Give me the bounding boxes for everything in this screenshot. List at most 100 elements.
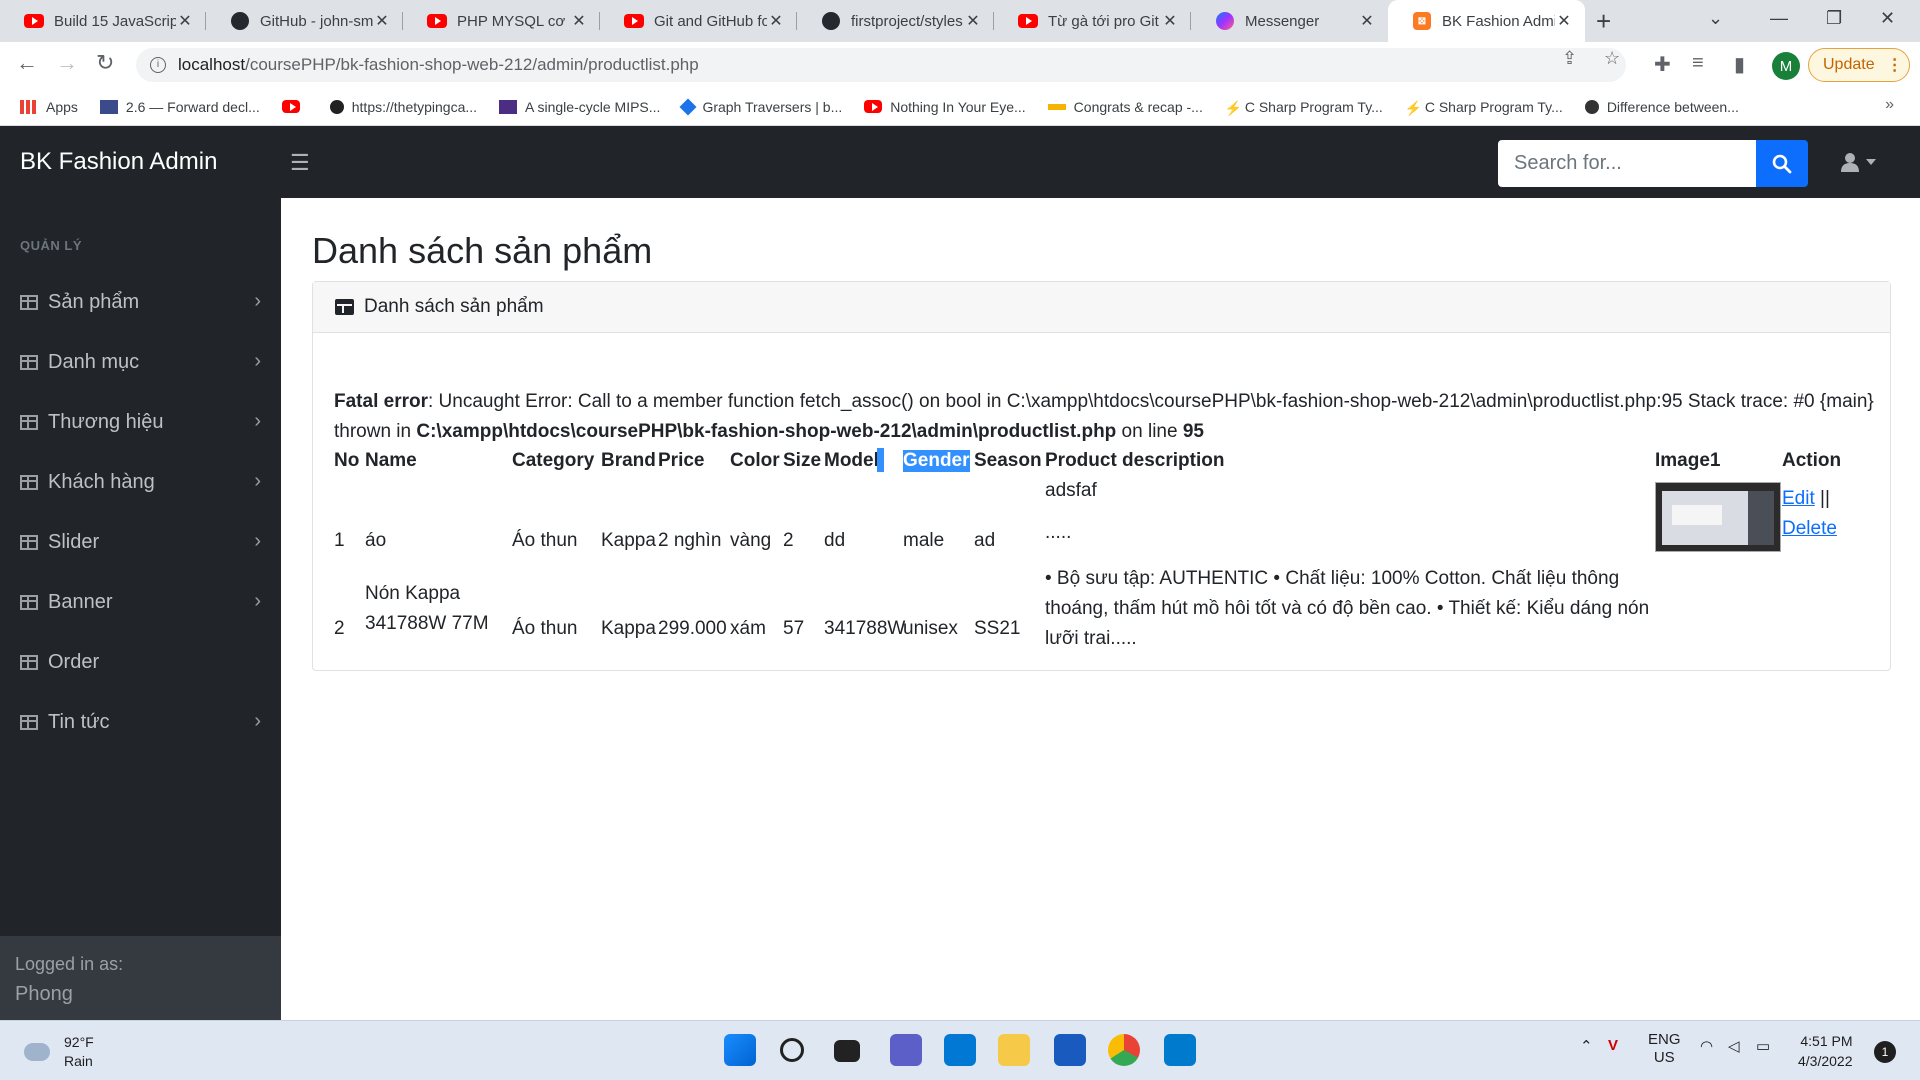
close-tab-icon[interactable]: ✕ bbox=[1358, 11, 1376, 31]
sidebar-item-order[interactable]: Order bbox=[0, 642, 281, 682]
bookmark-item[interactable] bbox=[281, 99, 308, 114]
notification-badge[interactable]: 1 bbox=[1874, 1041, 1896, 1063]
forward-arrow-icon[interactable]: → bbox=[56, 50, 78, 76]
table-icon bbox=[20, 534, 38, 550]
wifi-icon[interactable]: ◠ bbox=[1700, 1037, 1713, 1055]
more-bookmarks-chevron-icon[interactable]: » bbox=[1885, 96, 1894, 114]
system-clock[interactable]: 4:51 PM 4/3/2022 bbox=[1798, 1031, 1853, 1071]
card-title: Danh sách sản phẩm bbox=[364, 296, 544, 317]
xampp-icon: ⊠ bbox=[1412, 11, 1432, 31]
teams-chat-icon[interactable] bbox=[890, 1034, 922, 1066]
close-tab-icon[interactable]: ✕ bbox=[964, 11, 982, 31]
close-tab-icon[interactable]: ✕ bbox=[1555, 11, 1573, 31]
url-bar[interactable]: i localhost/coursePHP/bk-fashion-shop-we… bbox=[136, 48, 1626, 82]
share-icon[interactable]: ⇪ bbox=[1562, 48, 1577, 69]
language-code: ENG bbox=[1648, 1031, 1681, 1048]
browser-tab[interactable]: firstproject/styles ✕ bbox=[797, 0, 994, 42]
bookmark-star-icon[interactable]: ☆ bbox=[1604, 48, 1620, 69]
extensions-puzzle-icon[interactable]: ✚ bbox=[1654, 52, 1671, 77]
bookmark-item[interactable]: Congrats & recap -... bbox=[1047, 99, 1203, 115]
back-arrow-icon[interactable]: ← bbox=[16, 50, 38, 76]
battery-icon[interactable]: ▭ bbox=[1756, 1037, 1770, 1055]
profile-avatar[interactable]: M bbox=[1772, 52, 1800, 80]
reading-list-icon[interactable]: ≡ bbox=[1692, 52, 1704, 75]
tray-chevron-up-icon[interactable]: ⌃ bbox=[1580, 1037, 1593, 1055]
delete-link[interactable]: Delete bbox=[1782, 518, 1837, 539]
side-panel-icon[interactable]: ▮ bbox=[1734, 52, 1745, 77]
browser-tab[interactable]: Từ gà tới pro Git ✕ bbox=[994, 0, 1191, 42]
sidebar-item-slider[interactable]: Slider › bbox=[0, 522, 281, 562]
bookmark-item[interactable]: 2.6 — Forward decl... bbox=[99, 99, 260, 115]
sidebar-item-label: Danh mục bbox=[48, 350, 140, 373]
browser-tab[interactable]: GitHub - john-sm ✕ bbox=[206, 0, 403, 42]
w-icon bbox=[499, 99, 518, 114]
close-tab-icon[interactable]: ✕ bbox=[570, 11, 588, 31]
browser-tab[interactable]: Messenger ✕ bbox=[1191, 0, 1388, 42]
language-indicator[interactable]: ENG US bbox=[1648, 1031, 1681, 1067]
close-tab-icon[interactable]: ✕ bbox=[176, 11, 194, 31]
search-input[interactable] bbox=[1498, 140, 1756, 187]
sidebar-item-label: Khách hàng bbox=[48, 470, 155, 493]
close-tab-icon[interactable]: ✕ bbox=[1161, 11, 1179, 31]
browser-tab[interactable]: Build 15 JavaScript ✕ bbox=[0, 0, 206, 42]
apps-grid-icon bbox=[20, 99, 38, 114]
close-tab-icon[interactable]: ✕ bbox=[767, 11, 785, 31]
windows-start-icon[interactable] bbox=[724, 1034, 756, 1066]
vscode-icon[interactable] bbox=[1164, 1034, 1196, 1066]
volume-icon[interactable]: ◁ bbox=[1728, 1037, 1740, 1055]
bookmark-apps[interactable]: Apps bbox=[20, 99, 78, 115]
reload-icon[interactable]: ↻ bbox=[96, 50, 114, 76]
bookmark-item[interactable]: Difference between... bbox=[1584, 99, 1739, 115]
dropbox-icon bbox=[679, 98, 697, 115]
bookmark-item[interactable]: https://thetypingca... bbox=[329, 99, 477, 115]
tab-search-chevron-icon[interactable]: ⌄ bbox=[1708, 8, 1723, 29]
bookmark-item[interactable]: ⚡ C Sharp Program Ty... bbox=[1405, 99, 1563, 116]
sidebar-toggle-hamburger-icon[interactable]: ☰ bbox=[290, 150, 310, 176]
restore-icon[interactable]: ❐ bbox=[1826, 8, 1842, 29]
chevron-right-icon: › bbox=[254, 410, 261, 432]
browser-tab-active[interactable]: ⊠ BK Fashion Admin ✕ bbox=[1388, 0, 1585, 42]
bookmark-item[interactable]: Graph Traversers | b... bbox=[679, 98, 842, 115]
sidebar-item-news[interactable]: Tin tức › bbox=[0, 702, 281, 742]
text-selection-highlight bbox=[877, 448, 884, 472]
tab-title: BK Fashion Admin bbox=[1442, 12, 1555, 30]
sidebar-item-customers[interactable]: Khách hàng › bbox=[0, 462, 281, 502]
youtube-icon bbox=[624, 11, 644, 31]
sidebar-item-label: Sản phẩm bbox=[48, 290, 140, 313]
action-separator: || bbox=[1820, 488, 1830, 509]
word-icon[interactable] bbox=[1054, 1034, 1086, 1066]
sidebar-item-label: Order bbox=[48, 650, 100, 673]
bookmark-item[interactable]: Nothing In Your Eye... bbox=[864, 99, 1026, 115]
sidebar-item-banner[interactable]: Banner › bbox=[0, 582, 281, 622]
new-tab-plus-icon[interactable]: + bbox=[1596, 6, 1611, 37]
browser-tab[interactable]: Git and GitHub fo ✕ bbox=[600, 0, 797, 42]
minimize-icon[interactable]: — bbox=[1770, 8, 1788, 29]
browser-tab[interactable]: PHP MYSQL cơ bả ✕ bbox=[403, 0, 600, 42]
sidebar-item-label: Slider bbox=[48, 530, 100, 553]
sidebar-item-products[interactable]: Sản phẩm › bbox=[0, 282, 281, 322]
bookmark-item[interactable]: ⚡ C Sharp Program Ty... bbox=[1225, 99, 1383, 116]
site-info-icon[interactable]: i bbox=[150, 57, 166, 73]
update-button[interactable]: Update ⋮ bbox=[1808, 48, 1910, 82]
search-button[interactable] bbox=[1756, 140, 1808, 187]
bookmark-label: A single-cycle MIPS... bbox=[525, 98, 661, 115]
row1-name: áo bbox=[365, 530, 387, 551]
antivirus-tray-icon[interactable]: V bbox=[1608, 1037, 1618, 1054]
weather-widget[interactable]: 92°F Rain bbox=[24, 1033, 94, 1071]
microsoft-store-icon[interactable] bbox=[944, 1034, 976, 1066]
edit-link[interactable]: Edit bbox=[1782, 488, 1815, 509]
user-dropdown[interactable] bbox=[1840, 152, 1876, 172]
tab-title: Messenger bbox=[1245, 12, 1320, 30]
sidebar-item-categories[interactable]: Danh mục › bbox=[0, 342, 281, 382]
search-taskbar-icon[interactable] bbox=[780, 1038, 804, 1062]
chrome-icon[interactable] bbox=[1108, 1034, 1140, 1066]
window-close-icon[interactable]: ✕ bbox=[1880, 8, 1895, 29]
file-explorer-icon[interactable] bbox=[998, 1034, 1030, 1066]
brand-title[interactable]: BK Fashion Admin bbox=[20, 148, 217, 176]
sidebar-item-brands[interactable]: Thương hiệu › bbox=[0, 402, 281, 442]
github-icon bbox=[230, 11, 250, 31]
bookmark-item[interactable]: A single-cycle MIPS... bbox=[499, 99, 660, 115]
close-tab-icon[interactable]: ✕ bbox=[373, 11, 391, 31]
sidebar-heading: QUẢN LÝ bbox=[20, 238, 82, 253]
task-view-icon[interactable] bbox=[834, 1040, 860, 1062]
